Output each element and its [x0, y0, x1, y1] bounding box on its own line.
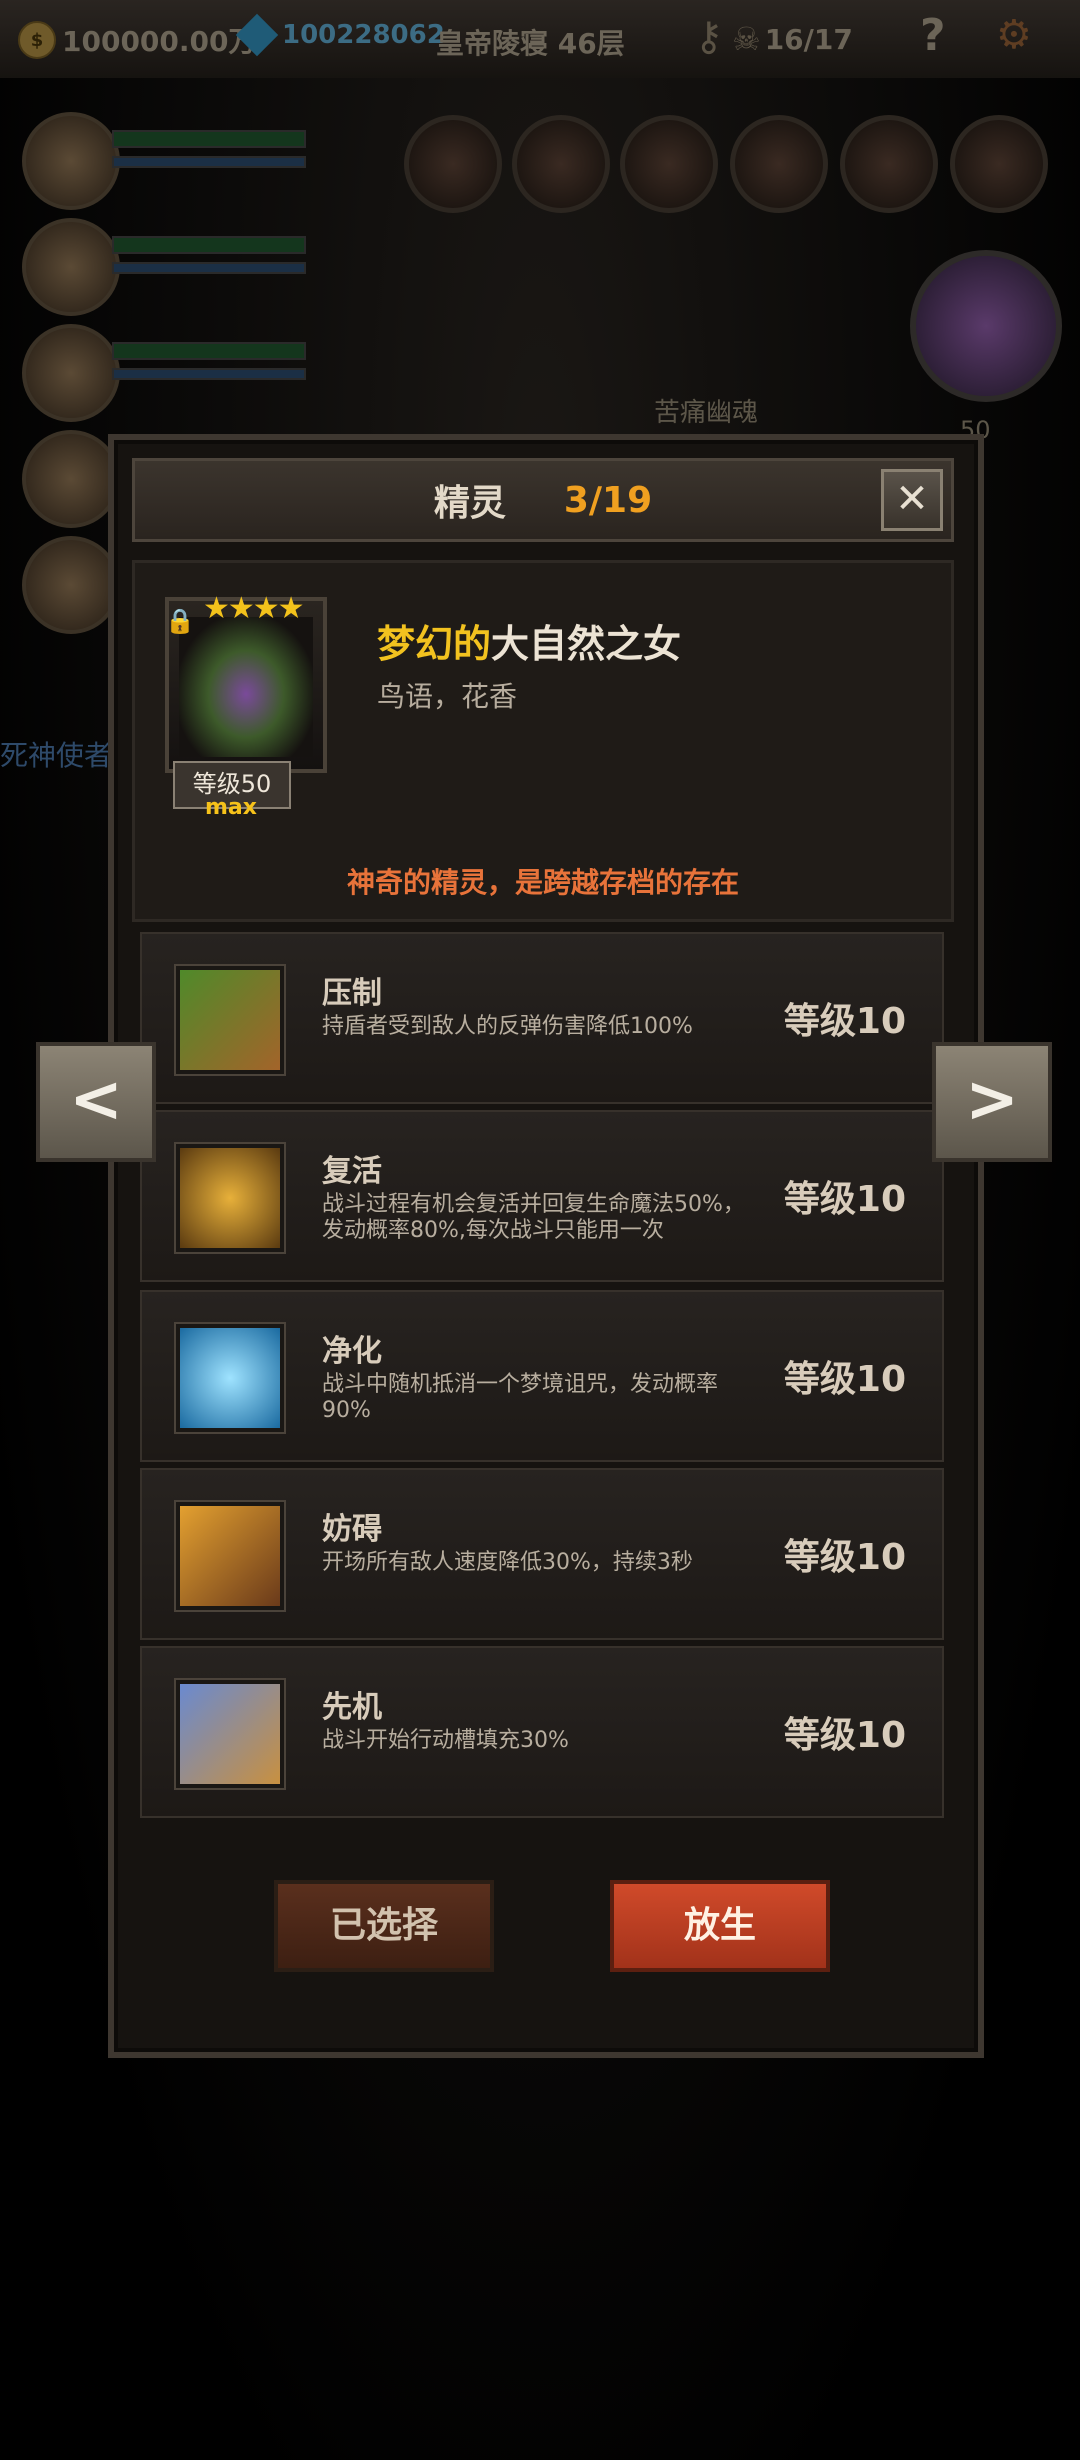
skull-icon: ☠ [732, 20, 761, 58]
rune-slot-key[interactable] [950, 115, 1048, 213]
claw-icon [174, 964, 286, 1076]
skill-level: 等级10 [783, 1715, 906, 1756]
hero-portrait-5[interactable] [22, 536, 120, 634]
rune-slot-leaf[interactable] [404, 115, 502, 213]
close-icon: ✕ [895, 476, 929, 522]
boss-name: 苦痛幽魂 [654, 398, 759, 428]
spirit-name-prefix: 梦幻的 [377, 622, 492, 666]
dialog-header: 精灵 3/19 ✕ [132, 458, 954, 542]
max-level-label: max [205, 795, 257, 820]
monster-counter: ☠ 16/17 [732, 20, 853, 58]
gear-icon: ⚙ [996, 12, 1032, 58]
skill-description: 持盾者受到敌人的反弹伤害降低100% [322, 1014, 693, 1039]
skill-row[interactable]: 妨碍 开场所有敌人速度降低30%，持续3秒 等级10 [140, 1468, 944, 1640]
skill-level: 等级10 [783, 1001, 906, 1042]
chevron-left-icon: < [69, 1063, 123, 1137]
settings-button[interactable]: ⚙ [996, 12, 1032, 58]
spirit-artwork [179, 617, 313, 757]
gem-icon [235, 13, 279, 57]
hero-mp-bar-1 [112, 156, 306, 168]
gold-amount: 100000.00万 [62, 25, 257, 58]
spirit-info-panel: ★★★★ 🔒 等级50 max 梦幻的大自然之女 鸟语，花香 神奇的精灵，是跨越… [132, 560, 954, 922]
gem-counter: 100228062 [235, 13, 445, 57]
hero-portrait-4[interactable] [22, 430, 120, 528]
revive-icon [174, 1142, 286, 1254]
key-counter: ⚷ [694, 14, 723, 60]
gem-amount: 100228062 [282, 20, 445, 50]
boss-portrait[interactable] [910, 250, 1062, 402]
dialog-title: 精灵 [433, 483, 506, 524]
hero-portrait-3[interactable] [22, 324, 120, 422]
hero-hp-bar-2 [112, 236, 306, 254]
skill-name: 妨碍 [322, 1512, 382, 1547]
spirit-description: 神奇的精灵，是跨越存档的存在 [346, 866, 739, 899]
skill-description: 战斗中随机抵消一个梦境诅咒，发动概率90% [322, 1372, 719, 1423]
skill-description: 开场所有敌人速度降低30%，持续3秒 [322, 1550, 693, 1575]
skill-row[interactable]: 先机 战斗开始行动槽填充30% 等级10 [140, 1646, 944, 1818]
selected-button[interactable]: 已选择 [274, 1880, 494, 1972]
skill-level: 等级10 [783, 1179, 906, 1220]
hero-portrait-2[interactable] [22, 218, 120, 316]
close-button[interactable]: ✕ [881, 469, 943, 531]
spirit-name: 梦幻的大自然之女 [377, 613, 681, 668]
skill-row[interactable]: 复活 战斗过程有机会复活并回复生命魔法50%，发动概率80%,每次战斗只能用一次… [140, 1110, 944, 1282]
lock-icon: 🔒 [165, 607, 195, 635]
skill-row[interactable]: 压制 持盾者受到敌人的反弹伤害降低100% 等级10 [140, 932, 944, 1104]
skill-level: 等级10 [783, 1359, 906, 1400]
rune-slot-eye[interactable] [840, 115, 938, 213]
gold-coin-icon: $ [18, 21, 56, 59]
top-status-bar: $ 100000.00万 100228062 皇帝陵寝 46层 ⚷ ☠ 16/1… [0, 0, 1080, 78]
skill-description: 战斗开始行动槽填充30% [322, 1728, 569, 1753]
spirit-subtitle: 鸟语，花香 [377, 680, 518, 713]
hero-portrait-1[interactable] [22, 112, 120, 210]
skill-description: 战斗过程有机会复活并回复生命魔法50%，发动概率80%,每次战斗只能用一次 [322, 1192, 745, 1243]
leopard-icon [174, 1678, 286, 1790]
floor-label: 皇帝陵寝 46层 [436, 27, 625, 60]
flower-icon [174, 1322, 286, 1434]
hero-mp-bar-2 [112, 262, 306, 274]
shackle-icon [174, 1500, 286, 1612]
prev-spirit-button[interactable]: < [36, 1042, 156, 1162]
spirit-name-main: 大自然之女 [491, 622, 682, 666]
hero-hp-bar-1 [112, 130, 306, 148]
skill-name: 复活 [322, 1154, 382, 1189]
rune-slot-clock[interactable] [512, 115, 610, 213]
star-rating: ★★★★ [203, 591, 305, 626]
skill-name: 压制 [322, 976, 382, 1011]
spirit-portrait[interactable]: ★★★★ 🔒 [165, 591, 327, 773]
help-button[interactable]: ? [920, 10, 946, 61]
skill-name: 净化 [322, 1334, 382, 1369]
spirit-count: 3/19 [563, 479, 653, 521]
hero-mp-bar-3 [112, 368, 306, 380]
release-button[interactable]: 放生 [610, 1880, 830, 1972]
spirit-dialog: 精灵 3/19 ✕ ★★★★ 🔒 等级50 max 梦幻的大自然之女 鸟语，花香… [108, 434, 984, 2058]
rune-slot-empty[interactable] [620, 115, 718, 213]
gold-counter: $ 100000.00万 [18, 20, 257, 60]
skill-level: 等级10 [783, 1537, 906, 1578]
skill-name: 先机 [322, 1690, 382, 1725]
enemy-name-label: 死神使者 [0, 739, 113, 772]
next-spirit-button[interactable]: > [932, 1042, 1052, 1162]
key-icon: ⚷ [694, 14, 724, 60]
skill-row[interactable]: 净化 战斗中随机抵消一个梦境诅咒，发动概率90% 等级10 [140, 1290, 944, 1462]
rune-slot-gift[interactable] [730, 115, 828, 213]
monster-count: 16/17 [764, 22, 853, 56]
chevron-right-icon: > [965, 1063, 1019, 1137]
hero-hp-bar-3 [112, 342, 306, 360]
